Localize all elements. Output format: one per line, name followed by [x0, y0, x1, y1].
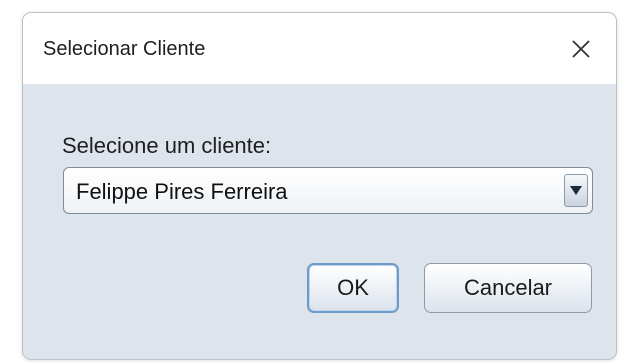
client-select-value: Felippe Pires Ferreira [76, 179, 288, 204]
close-icon [572, 39, 590, 58]
prompt-label: Selecione um cliente: [62, 133, 272, 158]
close-button[interactable] [546, 13, 616, 84]
client-select[interactable]: Felippe Pires Ferreira [63, 167, 593, 214]
select-client-dialog: Selecionar Cliente Selecione um cliente:… [22, 12, 617, 360]
cancel-button[interactable]: Cancelar [424, 263, 592, 313]
title-bar: Selecionar Cliente [23, 13, 616, 84]
triangle-down-icon [570, 186, 582, 195]
dialog-title: Selecionar Cliente [43, 38, 206, 60]
dropdown-arrow-button[interactable] [564, 174, 588, 207]
ok-button[interactable]: OK [307, 263, 399, 313]
